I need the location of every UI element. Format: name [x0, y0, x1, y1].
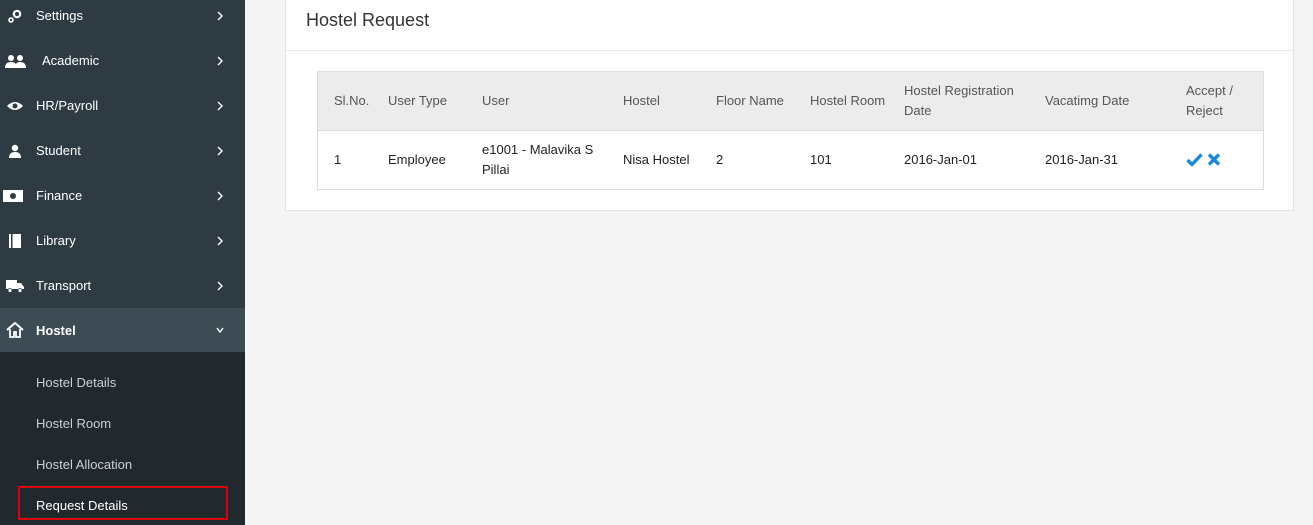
- sidebar-item-label: Library: [36, 233, 76, 248]
- cell-sl-no: 1: [334, 152, 342, 167]
- sidebar-item-label: HR/Payroll: [36, 98, 99, 113]
- chevron-right-icon: [215, 100, 225, 112]
- sidebar-item-label: Student: [36, 143, 81, 158]
- sidebar-item-label: Settings: [36, 8, 83, 23]
- chevron-right-icon: [215, 145, 225, 157]
- cell-registration-date: 2016-Jan-01: [904, 152, 977, 167]
- sidebar-item-label: Hostel: [36, 322, 76, 338]
- column-header-floor-name: Floor Name: [716, 93, 784, 108]
- sidebar-item-transport[interactable]: Transport: [0, 263, 245, 308]
- hostel-request-table: Sl.No. User Type User Hostel Floor Name …: [317, 71, 1264, 190]
- selection-highlight: [18, 486, 228, 520]
- sidebar-item-student[interactable]: Student: [0, 128, 245, 173]
- column-header-hostel: Hostel: [623, 93, 660, 108]
- table-header: Sl.No. User Type User Hostel Floor Name …: [318, 72, 1263, 131]
- sidebar-item-hostel[interactable]: Hostel: [0, 308, 245, 352]
- column-header-hostel-room: Hostel Room: [810, 93, 886, 108]
- cell-user: e1001 - Malavika S Pillai: [482, 142, 594, 177]
- hostel-request-panel: Hostel Request Sl.No. User Type User Hos…: [285, 0, 1294, 211]
- users-icon: [4, 53, 28, 69]
- cell-floor-name: 2: [716, 152, 724, 167]
- panel-header: Hostel Request: [286, 0, 1293, 51]
- sidebar-item-label: Finance: [36, 188, 83, 203]
- column-header-user: User: [482, 93, 510, 108]
- chevron-down-icon: [215, 324, 225, 336]
- gear-icon: [5, 8, 25, 24]
- sidebar-item-label: Academic: [42, 53, 100, 68]
- truck-icon: [5, 278, 25, 294]
- money-icon: [2, 188, 24, 204]
- home-icon: [5, 322, 25, 338]
- sidebar-item-settings[interactable]: Settings: [0, 0, 245, 38]
- sidebar-item-finance[interactable]: Finance: [0, 173, 245, 218]
- sidebar-item-library[interactable]: Library: [0, 218, 245, 263]
- column-header-registration-date: Hostel Registration Date: [904, 83, 1014, 118]
- cell-hostel-room: 101: [810, 152, 832, 167]
- accept-check-icon[interactable]: [1186, 152, 1203, 172]
- page-title: Hostel Request: [306, 10, 430, 30]
- submenu-item-hostel-details[interactable]: Hostel Details: [36, 375, 116, 390]
- sidebar-item-academic[interactable]: Academic: [0, 38, 245, 83]
- user-icon: [5, 143, 25, 159]
- sidebar: Settings Academic HR/Payroll Student Fin…: [0, 0, 245, 525]
- column-header-vacating-date: Vacatimg Date: [1045, 93, 1130, 108]
- submenu-item-hostel-room[interactable]: Hostel Room: [36, 416, 111, 431]
- chevron-right-icon: [215, 190, 225, 202]
- column-header-user-type: User Type: [388, 93, 448, 108]
- eye-icon: [5, 98, 25, 114]
- chevron-right-icon: [215, 235, 225, 247]
- column-header-sl-no: Sl.No.: [334, 93, 370, 108]
- chevron-right-icon: [215, 55, 225, 67]
- cell-user-type: Employee: [388, 152, 446, 167]
- chevron-right-icon: [215, 10, 225, 22]
- reject-x-icon[interactable]: [1207, 152, 1221, 172]
- chevron-right-icon: [215, 280, 225, 292]
- sidebar-item-label: Transport: [36, 278, 92, 293]
- book-icon: [5, 233, 25, 249]
- column-header-accept-reject: Accept / Reject: [1186, 83, 1233, 118]
- cell-vacating-date: 2016-Jan-31: [1045, 152, 1118, 167]
- submenu-item-hostel-allocation[interactable]: Hostel Allocation: [36, 457, 132, 472]
- cell-hostel: Nisa Hostel: [623, 152, 690, 167]
- sidebar-item-hr-payroll[interactable]: HR/Payroll: [0, 83, 245, 128]
